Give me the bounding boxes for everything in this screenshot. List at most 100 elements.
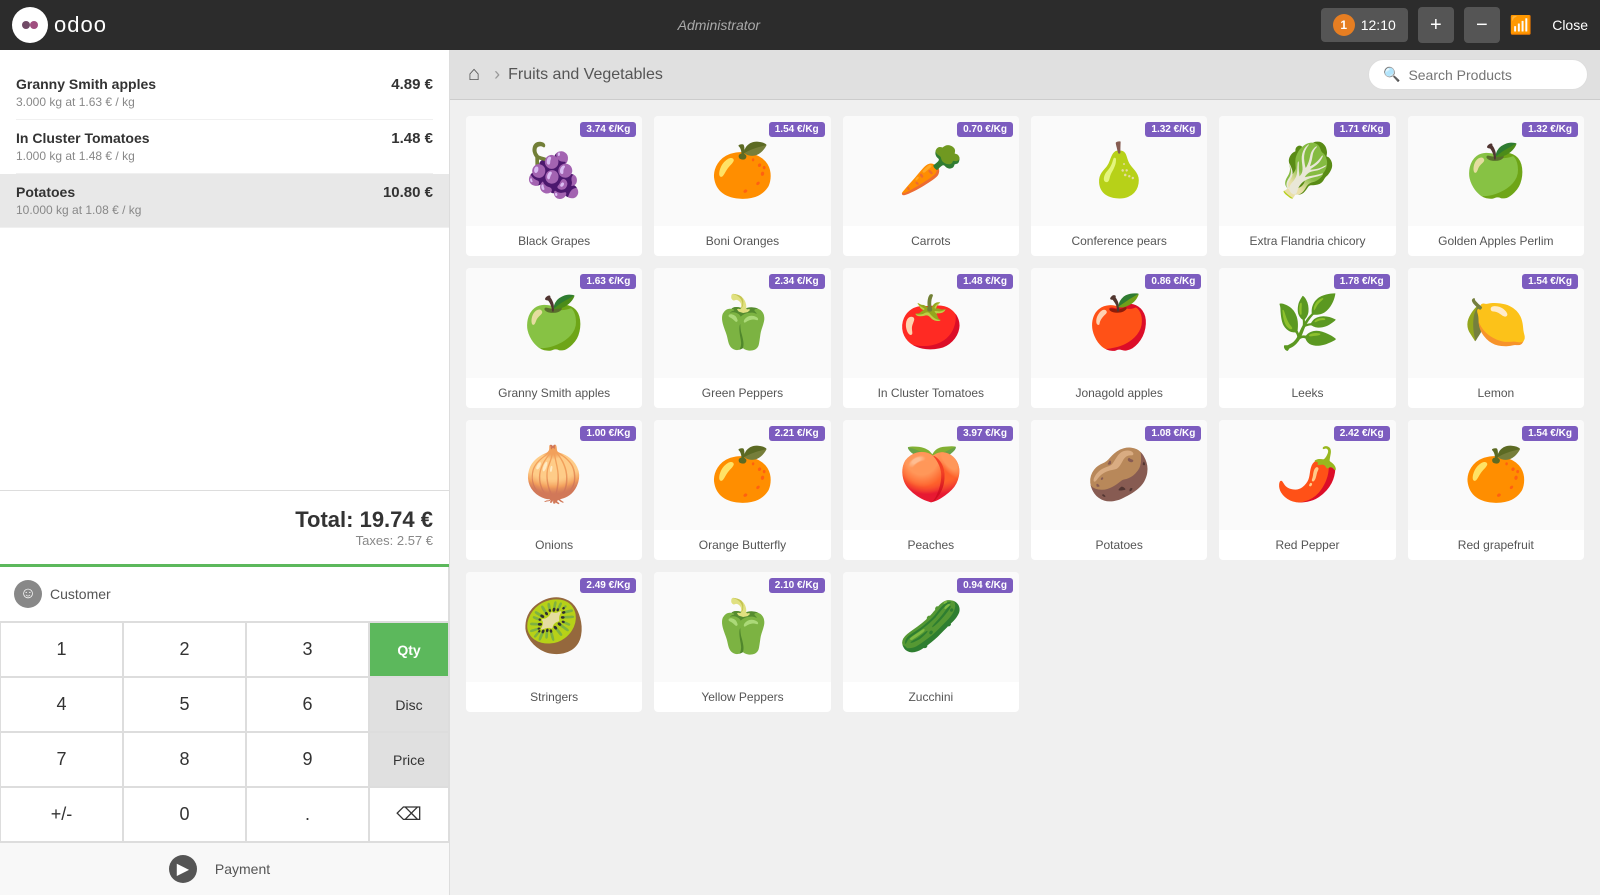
order-item[interactable]: Potatoes 10.000 kg at 1.08 € / kg 10.80 … — [0, 174, 449, 228]
product-name: Yellow Peppers — [654, 682, 830, 712]
product-image-area: 1.54 €/Kg 🍊 — [654, 116, 830, 226]
total-amount: Total: 19.74 € — [16, 507, 433, 533]
product-name: Green Peppers — [654, 378, 830, 408]
product-name: Onions — [466, 530, 642, 560]
product-image-area: 0.86 €/Kg 🍎 — [1031, 268, 1207, 378]
payment-icon: ▶ — [169, 855, 197, 883]
key-9[interactable]: 9 — [246, 732, 369, 787]
category-bar: ⌂ › Fruits and Vegetables 🔍 — [450, 50, 1600, 100]
order-item[interactable]: In Cluster Tomatoes 1.000 kg at 1.48 € /… — [16, 120, 433, 174]
key-5[interactable]: 5 — [123, 677, 246, 732]
product-image-area: 1.32 €/Kg 🍏 — [1408, 116, 1584, 226]
price-badge: 1.32 €/Kg — [1522, 122, 1578, 137]
product-card[interactable]: 1.54 €/Kg 🍋 Lemon — [1408, 268, 1584, 408]
order-item-details: 3.000 kg at 1.63 € / kg — [16, 95, 156, 109]
product-card[interactable]: 1.00 €/Kg 🧅 Onions — [466, 420, 642, 560]
session-button[interactable]: 1 12:10 — [1321, 8, 1408, 42]
product-name: Jonagold apples — [1031, 378, 1207, 408]
key-2[interactable]: 2 — [123, 622, 246, 677]
price-badge: 1.71 €/Kg — [1334, 122, 1390, 137]
tax-amount: Taxes: 2.57 € — [16, 533, 433, 548]
price-badge: 2.34 €/Kg — [769, 274, 825, 289]
category-label: Fruits and Vegetables — [508, 66, 663, 84]
product-name: Potatoes — [1031, 530, 1207, 560]
product-card[interactable]: 1.32 €/Kg 🍏 Golden Apples Perlim — [1408, 116, 1584, 256]
product-card[interactable]: 2.10 €/Kg 🫑 Yellow Peppers — [654, 572, 830, 712]
key-4[interactable]: 4 — [0, 677, 123, 732]
key-+/-[interactable]: +/- — [0, 787, 123, 842]
price-button[interactable]: Price — [369, 732, 449, 787]
category-divider: › — [494, 64, 500, 85]
search-icon: 🔍 — [1383, 66, 1400, 83]
order-item[interactable]: Granny Smith apples 3.000 kg at 1.63 € /… — [16, 66, 433, 120]
product-name: Conference pears — [1031, 226, 1207, 256]
key-1[interactable]: 1 — [0, 622, 123, 677]
product-image-area: 2.34 €/Kg 🫑 — [654, 268, 830, 378]
wifi-icon: 📶 — [1510, 15, 1532, 36]
product-card[interactable]: 1.08 €/Kg 🥔 Potatoes — [1031, 420, 1207, 560]
product-image-area: 1.63 €/Kg 🍏 — [466, 268, 642, 378]
product-emoji: 🧅 — [522, 449, 587, 501]
order-item-price: 10.80 € — [383, 184, 433, 201]
product-card[interactable]: 1.48 €/Kg 🍅 In Cluster Tomatoes — [843, 268, 1019, 408]
order-item-name: Granny Smith apples — [16, 76, 156, 92]
add-order-button[interactable]: + — [1418, 7, 1454, 43]
product-card[interactable]: 1.32 €/Kg 🍐 Conference pears — [1031, 116, 1207, 256]
product-card[interactable]: 2.21 €/Kg 🍊 Orange Butterfly — [654, 420, 830, 560]
price-badge: 1.54 €/Kg — [769, 122, 825, 137]
product-card[interactable]: 1.54 €/Kg 🍊 Boni Oranges — [654, 116, 830, 256]
product-card[interactable]: 2.34 €/Kg 🫑 Green Peppers — [654, 268, 830, 408]
order-item-price: 1.48 € — [391, 130, 433, 147]
qty-button[interactable]: Qty — [369, 622, 449, 677]
product-emoji: 🥒 — [898, 601, 963, 653]
home-button[interactable]: ⌂ — [462, 57, 486, 92]
product-card[interactable]: 1.78 €/Kg 🌿 Leeks — [1219, 268, 1395, 408]
product-card[interactable]: 0.86 €/Kg 🍎 Jonagold apples — [1031, 268, 1207, 408]
product-emoji: 🥔 — [1087, 449, 1152, 501]
price-badge: 1.48 €/Kg — [957, 274, 1013, 289]
price-badge: 1.63 €/Kg — [580, 274, 636, 289]
disc-button[interactable]: Disc — [369, 677, 449, 732]
product-name: Extra Flandria chicory — [1219, 226, 1395, 256]
key-8[interactable]: 8 — [123, 732, 246, 787]
close-button[interactable]: Close — [1552, 17, 1588, 33]
product-image-area: 1.00 €/Kg 🧅 — [466, 420, 642, 530]
product-card[interactable]: 0.94 €/Kg 🥒 Zucchini — [843, 572, 1019, 712]
product-card[interactable]: 2.49 €/Kg 🥝 Stringers — [466, 572, 642, 712]
key-7[interactable]: 7 — [0, 732, 123, 787]
remove-order-button[interactable]: − — [1464, 7, 1500, 43]
product-name: Boni Oranges — [654, 226, 830, 256]
key-0[interactable]: 0 — [123, 787, 246, 842]
order-total: Total: 19.74 € Taxes: 2.57 € — [0, 490, 449, 564]
order-item-name: In Cluster Tomatoes — [16, 130, 150, 146]
product-image-area: 0.70 €/Kg 🥕 — [843, 116, 1019, 226]
product-card[interactable]: 1.63 €/Kg 🍏 Granny Smith apples — [466, 268, 642, 408]
search-input[interactable] — [1408, 67, 1573, 83]
odoo-logo: odoo — [12, 7, 107, 43]
product-card[interactable]: 1.71 €/Kg 🥬 Extra Flandria chicory — [1219, 116, 1395, 256]
session-time: 12:10 — [1361, 17, 1396, 33]
product-emoji: 🥬 — [1275, 145, 1340, 197]
product-name: Carrots — [843, 226, 1019, 256]
numpad-area: ☺ Customer 123Qty 456Disc 789Price +/-0.⌫ — [0, 564, 449, 842]
backspace-button[interactable]: ⌫ — [369, 787, 449, 842]
product-name: Zucchini — [843, 682, 1019, 712]
product-emoji: 🥕 — [898, 145, 963, 197]
order-item-price: 4.89 € — [391, 76, 433, 93]
product-image-area: 3.74 €/Kg 🍇 — [466, 116, 642, 226]
product-image-area: 1.32 €/Kg 🍐 — [1031, 116, 1207, 226]
product-emoji: 🫑 — [710, 297, 775, 349]
product-card[interactable]: 3.97 €/Kg 🍑 Peaches — [843, 420, 1019, 560]
product-card[interactable]: 3.74 €/Kg 🍇 Black Grapes — [466, 116, 642, 256]
product-emoji: 🍎 — [1087, 297, 1152, 349]
product-card[interactable]: 0.70 €/Kg 🥕 Carrots — [843, 116, 1019, 256]
key-3[interactable]: 3 — [246, 622, 369, 677]
product-card[interactable]: 2.42 €/Kg 🌶️ Red Pepper — [1219, 420, 1395, 560]
payment-button[interactable]: Payment — [205, 851, 280, 887]
key-6[interactable]: 6 — [246, 677, 369, 732]
product-name: In Cluster Tomatoes — [843, 378, 1019, 408]
key-.[interactable]: . — [246, 787, 369, 842]
product-card[interactable]: 1.54 €/Kg 🍊 Red grapefruit — [1408, 420, 1584, 560]
left-panel: Granny Smith apples 3.000 kg at 1.63 € /… — [0, 50, 450, 895]
customer-button[interactable]: ☺ Customer — [0, 567, 449, 622]
